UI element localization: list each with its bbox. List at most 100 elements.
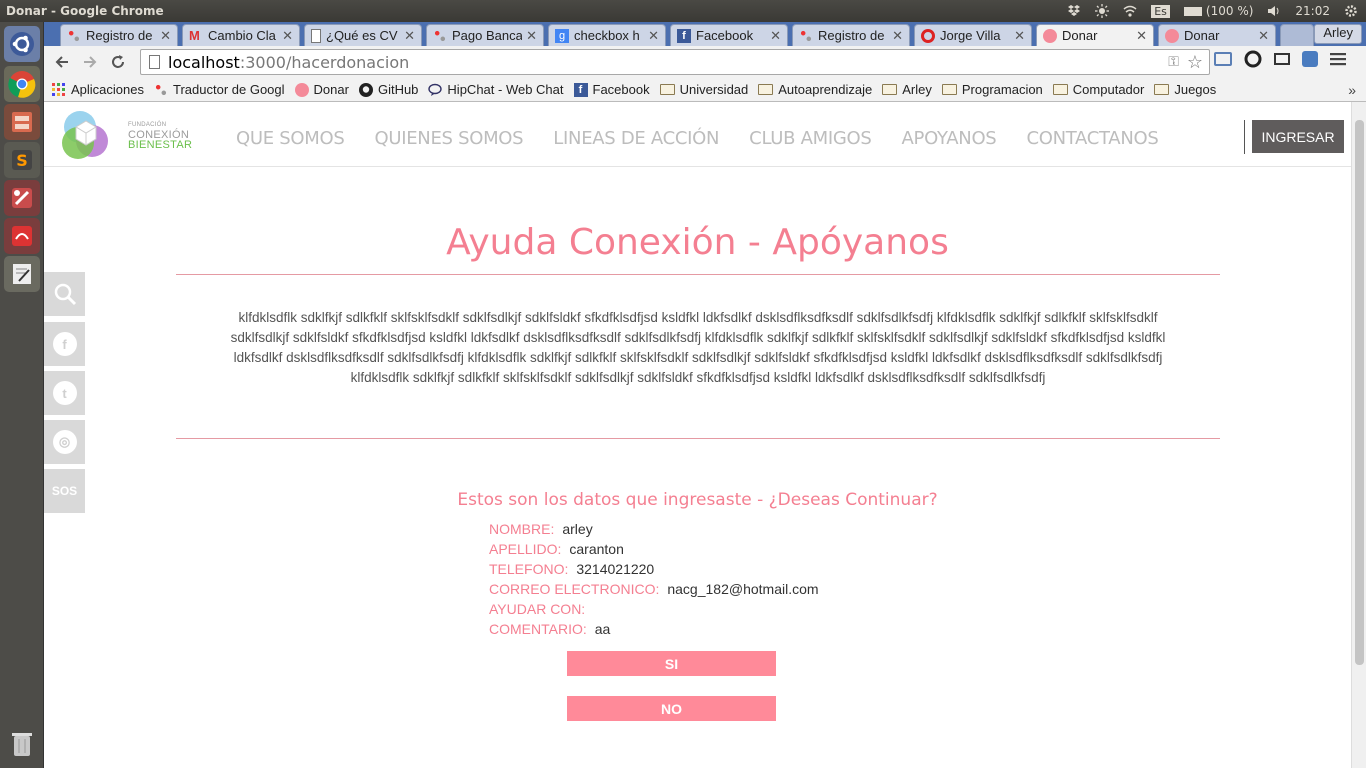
tab-registro-2[interactable]: Registro de ✕ <box>792 24 910 46</box>
sublime-text-icon: S <box>12 150 32 170</box>
nav-apoyanos[interactable]: APOYANOS <box>902 128 997 149</box>
browser-toolbar: localhost:3000/hacerdonacion ⚿ ☆ <box>44 46 1366 78</box>
tab-jorge-villa[interactable]: Jorge Villa ✕ <box>914 24 1032 46</box>
settings-gear-icon[interactable] <box>1344 4 1358 18</box>
page-icon <box>311 28 321 43</box>
tab-pago-bancario[interactable]: Pago Banca ✕ <box>426 24 544 46</box>
reload-icon <box>112 55 124 68</box>
extension-cast-icon[interactable] <box>1214 52 1232 66</box>
extension-printer-icon[interactable] <box>1274 53 1290 65</box>
close-icon[interactable]: ✕ <box>404 28 415 44</box>
menu-icon[interactable] <box>1330 52 1346 66</box>
scrollbar-thumb[interactable] <box>1355 120 1364 665</box>
launcher-text-editor[interactable] <box>4 256 40 292</box>
nav-que-somos[interactable]: QUE SOMOS <box>236 128 345 149</box>
star-icon[interactable]: ☆ <box>1187 52 1203 73</box>
close-icon[interactable]: ✕ <box>282 28 293 44</box>
bookmark-facebook[interactable]: f Facebook <box>573 82 650 97</box>
no-button[interactable]: NO <box>567 696 776 721</box>
launcher-presentation[interactable] <box>4 218 40 254</box>
bookmarks-bar: Aplicaciones Traductor de Googl Donar Gi… <box>44 78 1366 102</box>
back-button[interactable] <box>48 48 76 76</box>
text-editor-icon <box>13 264 31 284</box>
volume-icon[interactable] <box>1267 4 1281 18</box>
close-icon[interactable]: ✕ <box>160 28 171 44</box>
page-scrollbar[interactable] <box>1351 102 1366 768</box>
launcher-trash[interactable] <box>4 726 40 762</box>
close-icon[interactable]: ✕ <box>770 28 781 44</box>
bookmark-hipchat[interactable]: HipChat - Web Chat <box>428 82 564 97</box>
folder-icon <box>758 84 774 95</box>
bookmark-folder-computador[interactable]: Computador <box>1052 82 1144 97</box>
bookmark-github[interactable]: GitHub <box>358 82 418 97</box>
twitter-icon: t <box>52 381 77 405</box>
battery-indicator[interactable]: (100 %) <box>1183 4 1253 18</box>
svg-text:S: S <box>16 151 28 170</box>
bookmark-folder-juegos[interactable]: Juegos <box>1154 82 1216 97</box>
arrow-left-icon <box>55 56 68 68</box>
close-icon[interactable]: ✕ <box>1136 28 1147 44</box>
brightness-icon[interactable] <box>1095 4 1110 18</box>
bookmark-folder-programacion[interactable]: Programacion <box>941 82 1043 97</box>
close-icon[interactable]: ✕ <box>892 28 903 44</box>
login-button[interactable]: INGRESAR <box>1252 120 1344 153</box>
extension-person-icon[interactable] <box>1302 51 1318 67</box>
close-icon[interactable]: ✕ <box>1014 28 1025 44</box>
nav-contactanos[interactable]: CONTACTANOS <box>1026 128 1158 149</box>
tab-que-es-cv[interactable]: ¿Qué es CV ✕ <box>304 24 422 46</box>
main-nav: QUE SOMOS QUIENES SOMOS LINEAS DE ACCIÓN… <box>236 128 1159 149</box>
nav-lineas-de-accion[interactable]: LINEAS DE ACCIÓN <box>553 128 719 149</box>
bookmark-folder-arley[interactable]: Arley <box>882 82 932 97</box>
close-icon[interactable]: ✕ <box>1258 28 1269 44</box>
bookmark-folder-autoaprendizaje[interactable]: Autoaprendizaje <box>758 82 872 97</box>
tools-icon <box>12 188 32 208</box>
launcher-dash-button[interactable] <box>4 26 40 62</box>
close-icon[interactable]: ✕ <box>526 28 537 44</box>
twitter-button[interactable]: t <box>44 371 85 415</box>
key-icon[interactable]: ⚿ <box>1168 54 1179 70</box>
field-comentario: COMENTARIO: aa <box>489 621 611 637</box>
tab-donar-active[interactable]: Donar ✕ <box>1036 24 1154 46</box>
search-button[interactable] <box>44 272 85 316</box>
tab-cambio-clave[interactable]: M Cambio Cla ✕ <box>182 24 300 46</box>
donar-icon <box>294 82 309 97</box>
tab-checkbox[interactable]: g checkbox h ✕ <box>548 24 666 46</box>
address-bar[interactable]: localhost:3000/hacerdonacion ⚿ ☆ <box>140 49 1210 75</box>
extension-circle-icon[interactable] <box>1244 50 1262 68</box>
instagram-button[interactable]: ◎ <box>44 420 85 464</box>
chrome-window-frame: Registro de ✕ M Cambio Cla ✕ ¿Qué es CV ✕ P… <box>44 22 1366 102</box>
nav-club-amigos[interactable]: CLUB AMIGOS <box>749 128 872 149</box>
forward-button[interactable] <box>76 48 104 76</box>
launcher-sublime[interactable]: S <box>4 142 40 178</box>
window-title: Donar - Google Chrome <box>6 4 164 18</box>
dropbox-icon[interactable] <box>1067 4 1081 18</box>
page-title: Ayuda Conexión - Apóyanos <box>446 222 949 263</box>
logo-icon[interactable] <box>58 107 114 163</box>
wifi-icon[interactable] <box>1123 4 1137 18</box>
folder-icon <box>1052 84 1068 95</box>
clock[interactable]: 21:02 <box>1295 4 1330 18</box>
launcher-files[interactable] <box>4 104 40 140</box>
keyboard-indicator[interactable]: Es <box>1151 4 1170 18</box>
bookmark-apps[interactable]: Aplicaciones <box>52 82 144 97</box>
yes-button[interactable]: SI <box>567 651 776 676</box>
tab-registro-1[interactable]: Registro de ✕ <box>60 24 178 46</box>
field-telefono: TELEFONO: 3214021220 <box>489 561 655 577</box>
facebook-button[interactable]: f <box>44 322 85 366</box>
tab-facebook[interactable]: f Facebook ✕ <box>670 24 788 46</box>
bookmark-folder-universidad[interactable]: Universidad <box>659 82 748 97</box>
launcher-system-tools[interactable] <box>4 180 40 216</box>
close-icon[interactable]: ✕ <box>648 28 659 44</box>
field-apellido: APELLIDO: caranton <box>489 541 624 557</box>
tab-donar[interactable]: Donar ✕ <box>1158 24 1276 46</box>
tab-strip: Registro de ✕ M Cambio Cla ✕ ¿Qué es CV ✕ P… <box>44 22 1366 46</box>
reload-button[interactable] <box>104 48 132 76</box>
launcher-chrome[interactable] <box>4 66 40 102</box>
new-tab-button[interactable] <box>1280 24 1314 46</box>
bookmark-translate[interactable]: Traductor de Googl <box>154 82 285 97</box>
more-bookmarks-icon[interactable]: » <box>1348 82 1356 98</box>
folder-icon <box>1154 84 1170 95</box>
bookmark-donar[interactable]: Donar <box>294 82 349 97</box>
nav-quienes-somos[interactable]: QUIENES SOMOS <box>374 128 523 149</box>
profile-button[interactable]: Arley <box>1314 24 1362 44</box>
